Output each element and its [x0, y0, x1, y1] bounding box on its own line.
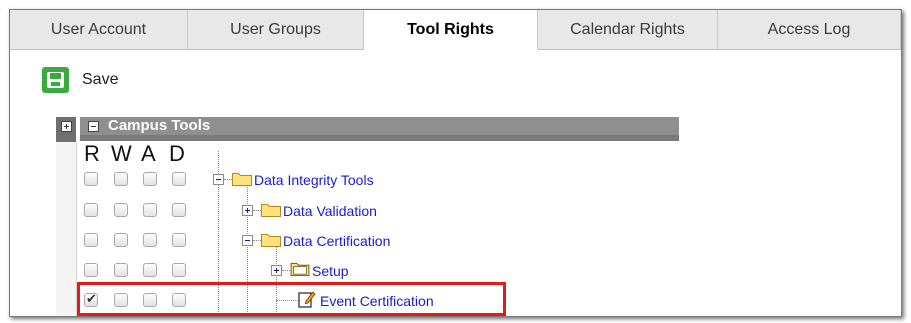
tree-connector — [253, 210, 261, 211]
tree-connector — [282, 270, 290, 271]
column-read: R — [84, 141, 100, 166]
delete-checkbox[interactable] — [172, 233, 186, 247]
folder-icon — [261, 204, 281, 217]
delete-checkbox[interactable] — [172, 203, 186, 217]
tree-header: Campus Tools — [80, 117, 679, 141]
expand-toggle[interactable] — [242, 205, 253, 216]
read-checkbox[interactable] — [84, 203, 98, 217]
expand-toggle[interactable] — [271, 265, 282, 276]
folder-icon — [261, 234, 281, 247]
tab-access-log[interactable]: Access Log — [718, 10, 901, 50]
folder-icon — [232, 173, 252, 186]
read-checkbox[interactable] — [84, 233, 98, 247]
toolbar: Save — [42, 66, 118, 94]
delete-checkbox[interactable] — [172, 172, 186, 186]
add-checkbox[interactable] — [143, 203, 157, 217]
collapse-toggle[interactable] — [242, 235, 253, 246]
save-label[interactable]: Save — [82, 71, 118, 89]
add-checkbox[interactable] — [143, 233, 157, 247]
tab-tool-rights[interactable]: Tool Rights — [364, 10, 538, 50]
plus-icon — [61, 121, 72, 132]
tab-bar: User Account User Groups Tool Rights Cal… — [10, 10, 901, 51]
read-checkbox[interactable] — [84, 172, 98, 186]
delete-checkbox[interactable] — [172, 263, 186, 277]
tree-connector — [224, 179, 232, 180]
tab-calendar-rights[interactable]: Calendar Rights — [538, 10, 718, 50]
read-checkbox[interactable] — [84, 263, 98, 277]
add-checkbox[interactable] — [143, 172, 157, 186]
tree-node-label[interactable]: Data Validation — [283, 203, 377, 219]
write-checkbox[interactable] — [114, 203, 128, 217]
floppy-disk-icon — [47, 72, 64, 88]
tree-header-title: Campus Tools — [108, 117, 211, 134]
column-write: W — [111, 141, 132, 166]
column-delete: D — [169, 141, 185, 166]
tree-node-label[interactable]: Data Integrity Tools — [254, 172, 374, 188]
write-checkbox[interactable] — [114, 263, 128, 277]
tree-connector — [253, 240, 261, 241]
tab-user-account[interactable]: User Account — [10, 10, 188, 50]
save-button[interactable] — [42, 67, 69, 93]
write-checkbox[interactable] — [114, 172, 128, 186]
tree-gutter — [56, 142, 77, 316]
collapse-icon[interactable] — [88, 121, 99, 132]
add-checkbox[interactable] — [143, 263, 157, 277]
open-folder-icon — [290, 262, 310, 276]
tab-user-groups[interactable]: User Groups — [188, 10, 364, 50]
expand-all-toggle[interactable] — [56, 117, 76, 142]
collapse-toggle[interactable] — [213, 174, 224, 185]
tree-node-label[interactable]: Data Certification — [283, 233, 390, 249]
tree-node-label[interactable]: Setup — [312, 263, 349, 279]
highlight-box — [77, 282, 506, 316]
column-add: A — [141, 141, 156, 166]
write-checkbox[interactable] — [114, 233, 128, 247]
user-rights-panel: User Account User Groups Tool Rights Cal… — [9, 9, 902, 317]
